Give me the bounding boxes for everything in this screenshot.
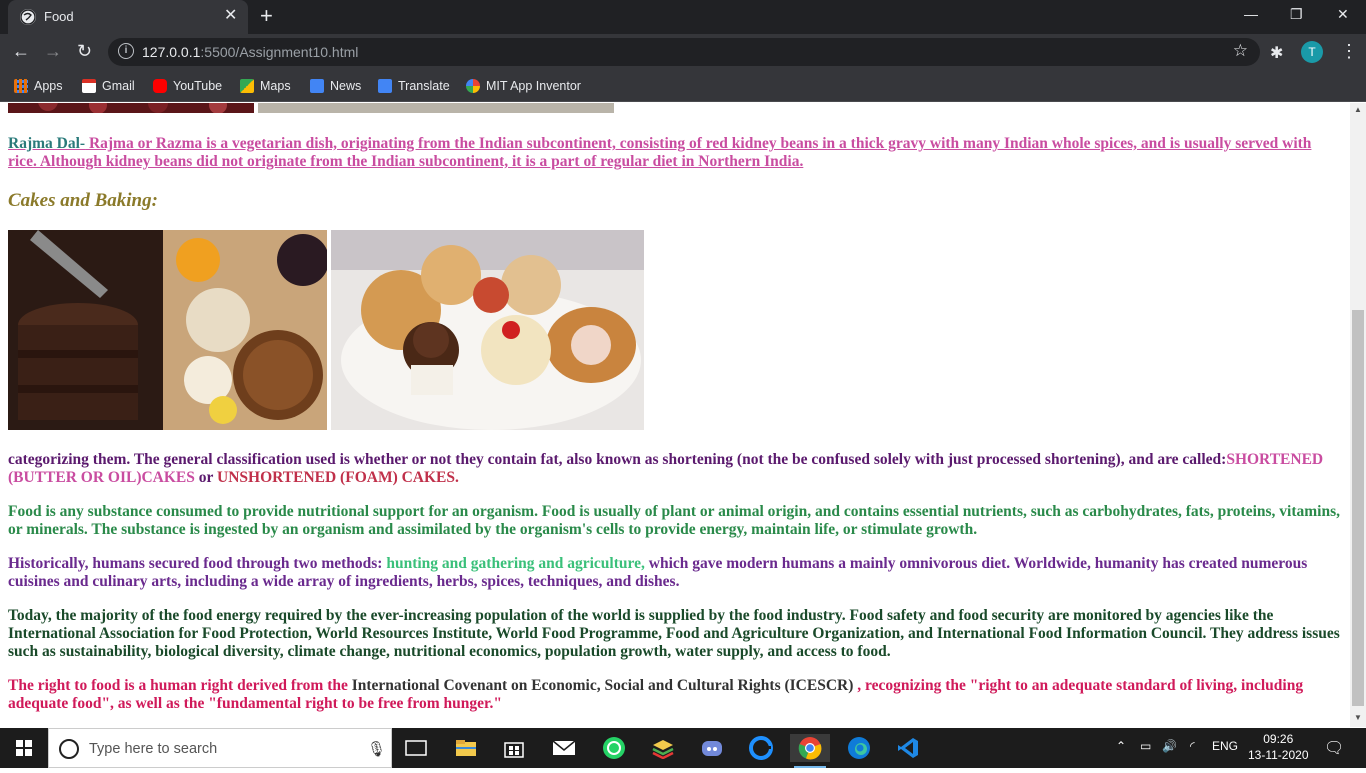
task-view-icon[interactable] (396, 734, 436, 762)
chrome-icon[interactable] (790, 734, 830, 768)
food-definition-paragraph: Food is any substance consumed to provid… (8, 503, 1341, 538)
taskbar-search-box[interactable]: Type here to search 🎙 (48, 728, 392, 768)
search-placeholder: Type here to search (89, 741, 218, 757)
google-icon (466, 79, 480, 93)
rajma-image-left (8, 103, 254, 113)
wifi-icon[interactable]: ◜ (1190, 739, 1195, 753)
windows-logo-icon (16, 740, 32, 756)
maps-icon (240, 79, 254, 93)
whatsapp-icon[interactable] (594, 734, 634, 762)
right-to-food-paragraph: The right to food is a human right deriv… (8, 677, 1304, 712)
tab-strip: Food ✕ + — ❐ ✕ (0, 0, 1366, 34)
bookmark-gmail[interactable]: Gmail (82, 77, 135, 95)
volume-icon[interactable]: 🔊 (1162, 739, 1177, 753)
bookmark-youtube[interactable]: YouTube (153, 77, 222, 95)
bookmark-mit-app-inventor[interactable]: MIT App Inventor (466, 77, 581, 95)
language-indicator[interactable]: ENG (1212, 739, 1238, 753)
discord-icon[interactable] (692, 734, 732, 762)
pastries-image (331, 230, 644, 430)
bookmark-maps[interactable]: Maps (240, 77, 291, 95)
mail-icon[interactable] (544, 734, 584, 762)
bookmarks-bar: Apps Gmail YouTube Maps News Translate M… (0, 70, 1366, 102)
edge-legacy-icon[interactable] (741, 734, 781, 762)
system-clock[interactable]: 09:26 13-11-2020 (1248, 731, 1309, 763)
url-text: 127.0.0.1:5500/Assignment10.html (142, 44, 359, 60)
menu-dots-icon[interactable]: ⋮ (1340, 40, 1358, 62)
back-arrow-icon[interactable]: ← (12, 40, 30, 62)
new-tab-button[interactable]: + (260, 5, 273, 27)
scroll-thumb[interactable] (1352, 310, 1364, 706)
tab-title: Food (44, 9, 74, 24)
file-explorer-icon[interactable] (446, 734, 486, 762)
news-icon (310, 79, 324, 93)
bookmark-apps[interactable]: Apps (14, 77, 63, 95)
windows-taskbar: Type here to search 🎙 ⌃ ▭ 🔊 ◜ ENG 09:26 … (0, 728, 1366, 768)
clock-time: 09:26 (1263, 732, 1294, 746)
microphone-icon[interactable]: 🎙 (367, 740, 386, 758)
bookmark-translate[interactable]: Translate (378, 77, 450, 95)
microsoft-store-icon[interactable] (494, 734, 534, 762)
chocolate-cake-image (8, 230, 327, 430)
globe-icon (20, 9, 36, 25)
browser-toolbar: ← → ↻ i 127.0.0.1:5500/Assignment10.html… (0, 34, 1366, 70)
bookmark-news[interactable]: News (310, 77, 361, 95)
cortana-circle-icon (59, 739, 79, 759)
forward-arrow-icon[interactable]: → (44, 40, 62, 62)
close-tab-icon[interactable]: ✕ (224, 8, 237, 24)
show-hidden-icons-chevron-icon[interactable]: ⌃ (1116, 739, 1126, 753)
extensions-puzzle-icon[interactable]: ✱ (1270, 43, 1283, 63)
profile-avatar[interactable]: T (1301, 41, 1323, 63)
minimize-button[interactable]: — (1244, 6, 1258, 22)
scroll-up-arrow-icon[interactable]: ▲ (1354, 105, 1362, 114)
clock-date: 13-11-2020 (1248, 748, 1309, 762)
rajma-paragraph[interactable]: Rajma Dal- Rajma or Razma is a vegetaria… (8, 135, 1343, 171)
page-content: Rajma Dal- Rajma or Razma is a vegetaria… (0, 103, 1350, 727)
cake-classification-paragraph: categorizing them. The general classific… (8, 451, 1324, 486)
rajma-image-right (258, 103, 614, 113)
food-industry-paragraph: Today, the majority of the food energy r… (8, 607, 1340, 660)
start-button[interactable] (0, 728, 48, 768)
gmail-icon (82, 79, 96, 93)
apps-grid-icon (14, 79, 28, 93)
address-bar[interactable]: i 127.0.0.1:5500/Assignment10.html ☆ (108, 38, 1260, 66)
restore-button[interactable]: ❐ (1290, 6, 1303, 23)
history-paragraph: Historically, humans secured food throug… (8, 555, 1308, 590)
vscode-icon[interactable] (888, 734, 928, 762)
battery-icon[interactable]: ▭ (1140, 739, 1151, 753)
youtube-icon (153, 79, 167, 93)
info-icon[interactable]: i (118, 43, 134, 59)
reload-icon[interactable]: ↻ (77, 40, 92, 62)
browser-tab[interactable]: Food ✕ (8, 0, 248, 34)
edge-icon[interactable] (839, 734, 879, 762)
bookmark-star-icon[interactable]: ☆ (1233, 41, 1248, 61)
cakes-heading: Cakes and Baking: (8, 190, 158, 211)
scroll-down-arrow-icon[interactable]: ▼ (1354, 713, 1362, 722)
page-scrollbar[interactable]: ▲ ▼ (1350, 103, 1366, 727)
bluestacks-icon[interactable] (643, 734, 683, 762)
window-close-button[interactable]: ✕ (1337, 6, 1349, 23)
notifications-icon[interactable]: 🗨 (1324, 738, 1344, 758)
translate-icon (378, 79, 392, 93)
